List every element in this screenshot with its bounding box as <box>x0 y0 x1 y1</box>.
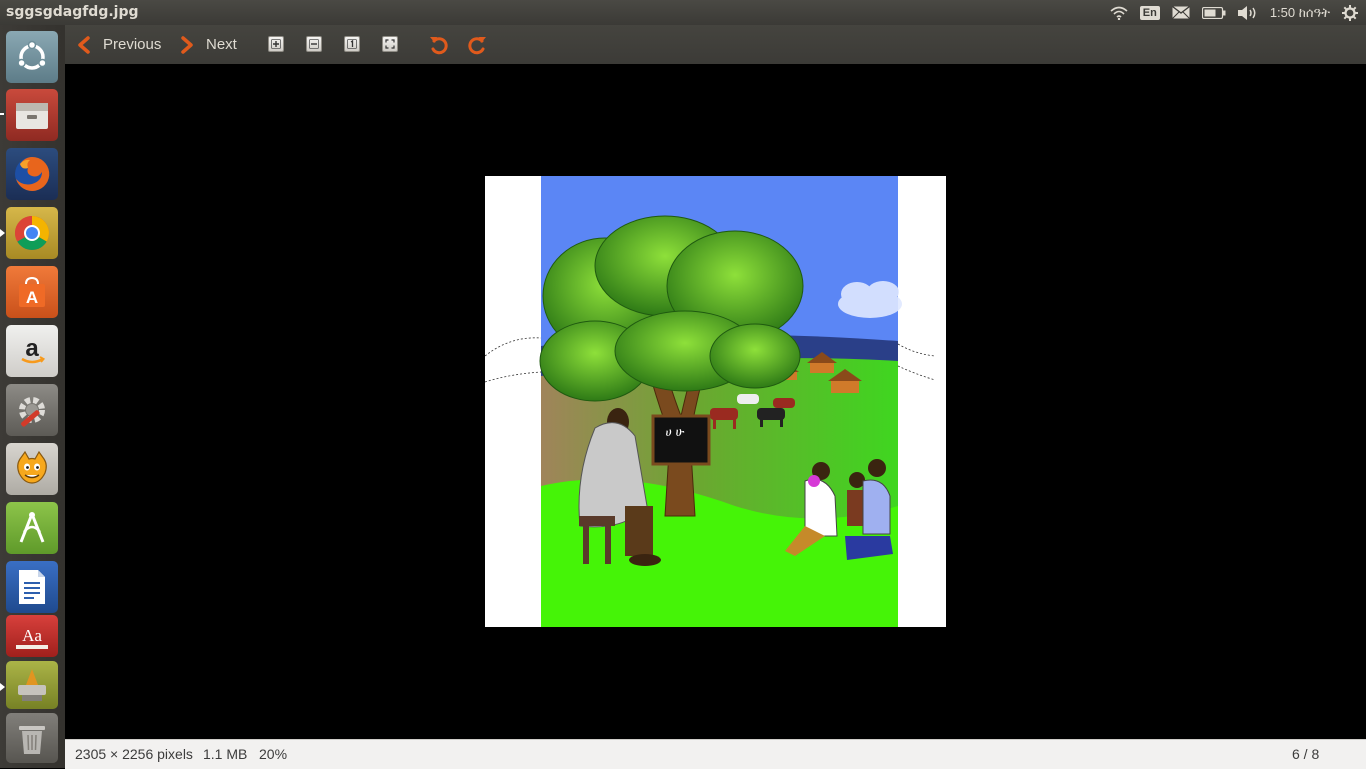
displayed-image[interactable]: ሀ ሁ <box>484 176 946 627</box>
launcher: A a Aa <box>0 25 65 768</box>
next-label: Next <box>206 36 237 53</box>
zoom-normal-icon[interactable] <box>344 36 360 52</box>
illustration-teacher-under-tree: ሀ ሁ <box>484 176 936 627</box>
amazon-icon[interactable]: a <box>6 325 58 377</box>
image-dimensions: 2305 × 2256 pixels <box>75 746 193 762</box>
wifi-icon[interactable] <box>1110 0 1128 25</box>
image-viewer-area[interactable]: ሀ ሁ <box>65 64 1366 739</box>
zoom-fit-icon[interactable] <box>382 36 398 52</box>
session-gear-icon[interactable] <box>1342 0 1358 25</box>
battery-icon[interactable] <box>1201 0 1226 25</box>
svg-text:A: A <box>26 288 38 307</box>
zoom-level: 20% <box>259 746 288 762</box>
android-studio-icon[interactable] <box>6 502 58 554</box>
previous-button[interactable]: Previous <box>77 25 161 64</box>
chevron-left-icon <box>78 35 90 54</box>
image-position: 6 / 8 <box>1292 746 1320 762</box>
keyboard-layout-label: En <box>1139 5 1160 20</box>
next-button[interactable]: Next <box>180 25 237 64</box>
keyboard-layout-indicator[interactable]: En <box>1139 0 1160 25</box>
previous-label: Previous <box>103 36 162 53</box>
dictionary-icon[interactable]: Aa <box>6 615 58 657</box>
system-settings-icon[interactable] <box>6 384 58 436</box>
toolbar: Previous Next <box>65 25 1366 65</box>
trash-icon[interactable] <box>6 713 58 763</box>
file-size: 1.1 MB <box>203 746 248 762</box>
files-icon[interactable] <box>6 89 58 141</box>
software-center-icon[interactable]: A <box>6 266 58 318</box>
status-bar: 2305 × 2256 pixels 1.1 MB 20% 6 / 8 <box>65 739 1366 769</box>
indicator-area: En 1:50 ከሰዓት <box>1110 0 1366 25</box>
top-panel: sggsgdagfdg.jpg En 1:50 ከሰዓት <box>0 0 1366 25</box>
zoom-in-icon[interactable] <box>268 36 284 52</box>
firefox-icon[interactable] <box>6 148 58 200</box>
rotate-left-icon[interactable] <box>428 25 450 64</box>
mail-icon[interactable] <box>1171 0 1190 25</box>
svg-text:Aa: Aa <box>22 626 42 645</box>
ubuntu-dash-icon[interactable] <box>6 31 58 83</box>
blackboard-text: ሀ ሁ <box>666 425 685 439</box>
workspaces-icon[interactable] <box>6 661 58 709</box>
rotate-right-icon[interactable] <box>466 25 488 64</box>
volume-icon[interactable] <box>1237 0 1258 25</box>
window-title: sggsgdagfdg.jpg <box>6 4 139 20</box>
chrome-icon[interactable] <box>6 207 58 259</box>
svg-text:a: a <box>25 335 39 362</box>
zoom-out-icon[interactable] <box>306 36 322 52</box>
scratch-icon[interactable] <box>6 443 58 495</box>
clock[interactable]: 1:50 ከሰዓት <box>1270 0 1330 25</box>
chevron-right-icon <box>181 35 193 54</box>
libreoffice-writer-icon[interactable] <box>6 561 58 613</box>
